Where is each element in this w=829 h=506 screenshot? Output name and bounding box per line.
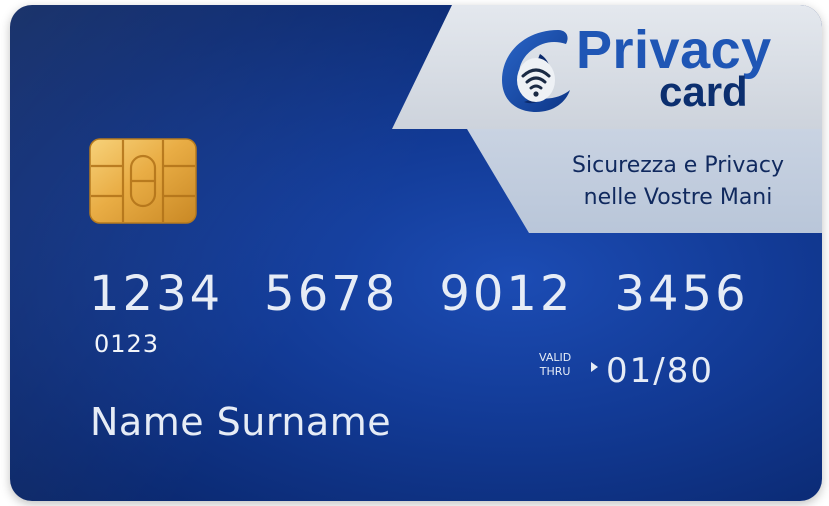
cardholder-name: Name Surname [90,400,392,444]
tagline-line-1: Sicurezza e Privacy [572,153,784,178]
tagline-line-2: nelle Vostre Mani [583,185,773,210]
play-arrow-icon [591,362,598,372]
tagline: Sicurezza e Privacy nelle Vostre Mani [543,150,813,214]
wifi-shield-icon [502,30,570,112]
emv-chip-icon [89,138,197,224]
card-number-group-4: 3456 [614,266,749,322]
expiry-date: 01/80 [606,351,714,391]
card-number: 1234 5678 9012 3456 [89,267,749,321]
valid-label-line-2: THRU [539,365,571,378]
card-number-group-2: 5678 [264,266,399,322]
privacy-card: Privacy card Sicurezza e Privacy nelle V… [10,5,822,501]
valid-thru-label: VALID THRU [539,351,571,379]
card-number-group-1: 1234 [89,266,224,322]
card-number-group-3: 9012 [439,266,574,322]
valid-label-line-1: VALID [539,351,572,364]
card-short-number: 0123 [94,330,160,358]
brand-name-card: card [659,68,748,115]
